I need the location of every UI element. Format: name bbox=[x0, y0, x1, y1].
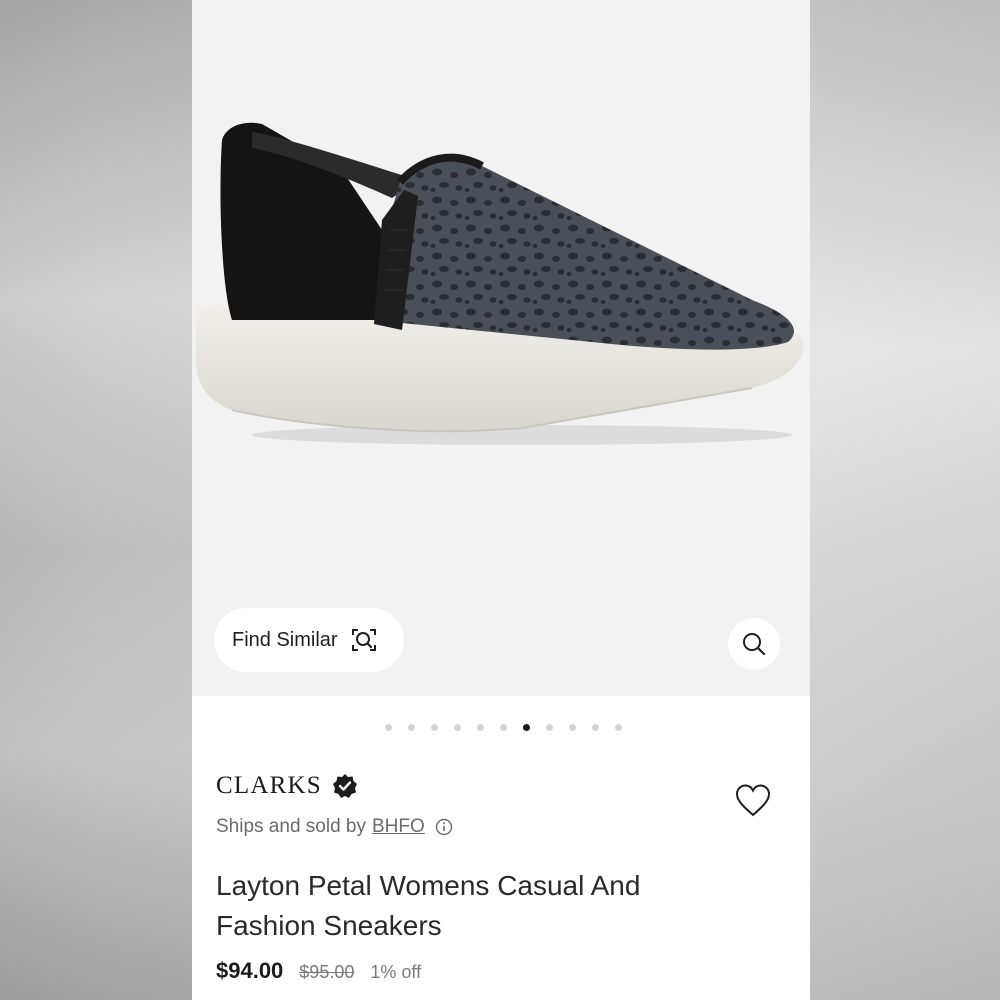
blurred-background-left bbox=[0, 0, 192, 1000]
gallery-dot[interactable] bbox=[453, 724, 461, 731]
gallery-dot[interactable] bbox=[430, 724, 438, 731]
price-row: $94.00 $95.00 1% off bbox=[216, 958, 421, 984]
heart-icon[interactable] bbox=[734, 782, 772, 820]
ships-and-sold-by: Ships and sold by BHFO bbox=[216, 816, 453, 838]
product-title: Layton Petal Womens Casual And Fashion S… bbox=[216, 870, 641, 941]
gallery-dot[interactable] bbox=[614, 724, 622, 731]
image-search-icon bbox=[351, 629, 376, 651]
current-price: $94.00 bbox=[216, 958, 284, 983]
gallery-dot[interactable] bbox=[591, 724, 599, 731]
find-similar-label: Find Similar bbox=[232, 628, 338, 651]
product-image-gallery[interactable]: Find Similar bbox=[192, 0, 810, 696]
product-image bbox=[195, 122, 804, 445]
brand-row: CLARKS bbox=[216, 772, 358, 800]
gallery-dot[interactable] bbox=[522, 724, 530, 731]
verified-badge-icon bbox=[332, 774, 357, 798]
zoom-button[interactable] bbox=[728, 618, 780, 670]
gallery-dot[interactable] bbox=[407, 724, 415, 731]
brand-name[interactable]: CLARKS bbox=[216, 772, 322, 800]
seller-link[interactable]: BHFO bbox=[372, 816, 425, 838]
ships-label: Ships and sold by bbox=[216, 816, 366, 837]
blurred-background-right bbox=[810, 0, 1000, 1000]
gallery-dot[interactable] bbox=[568, 724, 576, 731]
gallery-dot[interactable] bbox=[384, 724, 392, 731]
discount-label: 1% off bbox=[370, 962, 422, 982]
info-icon[interactable] bbox=[435, 818, 453, 836]
gallery-dot[interactable] bbox=[499, 724, 507, 731]
gallery-dot[interactable] bbox=[545, 724, 553, 731]
gallery-pagination-dots[interactable] bbox=[192, 724, 810, 731]
product-page: Find Similar CLARKS Ships and sold by BH… bbox=[192, 0, 810, 1000]
magnifier-icon bbox=[743, 633, 766, 656]
original-price: $95.00 bbox=[299, 962, 355, 982]
find-similar-button[interactable]: Find Similar bbox=[214, 608, 404, 672]
gallery-dot[interactable] bbox=[476, 724, 484, 731]
